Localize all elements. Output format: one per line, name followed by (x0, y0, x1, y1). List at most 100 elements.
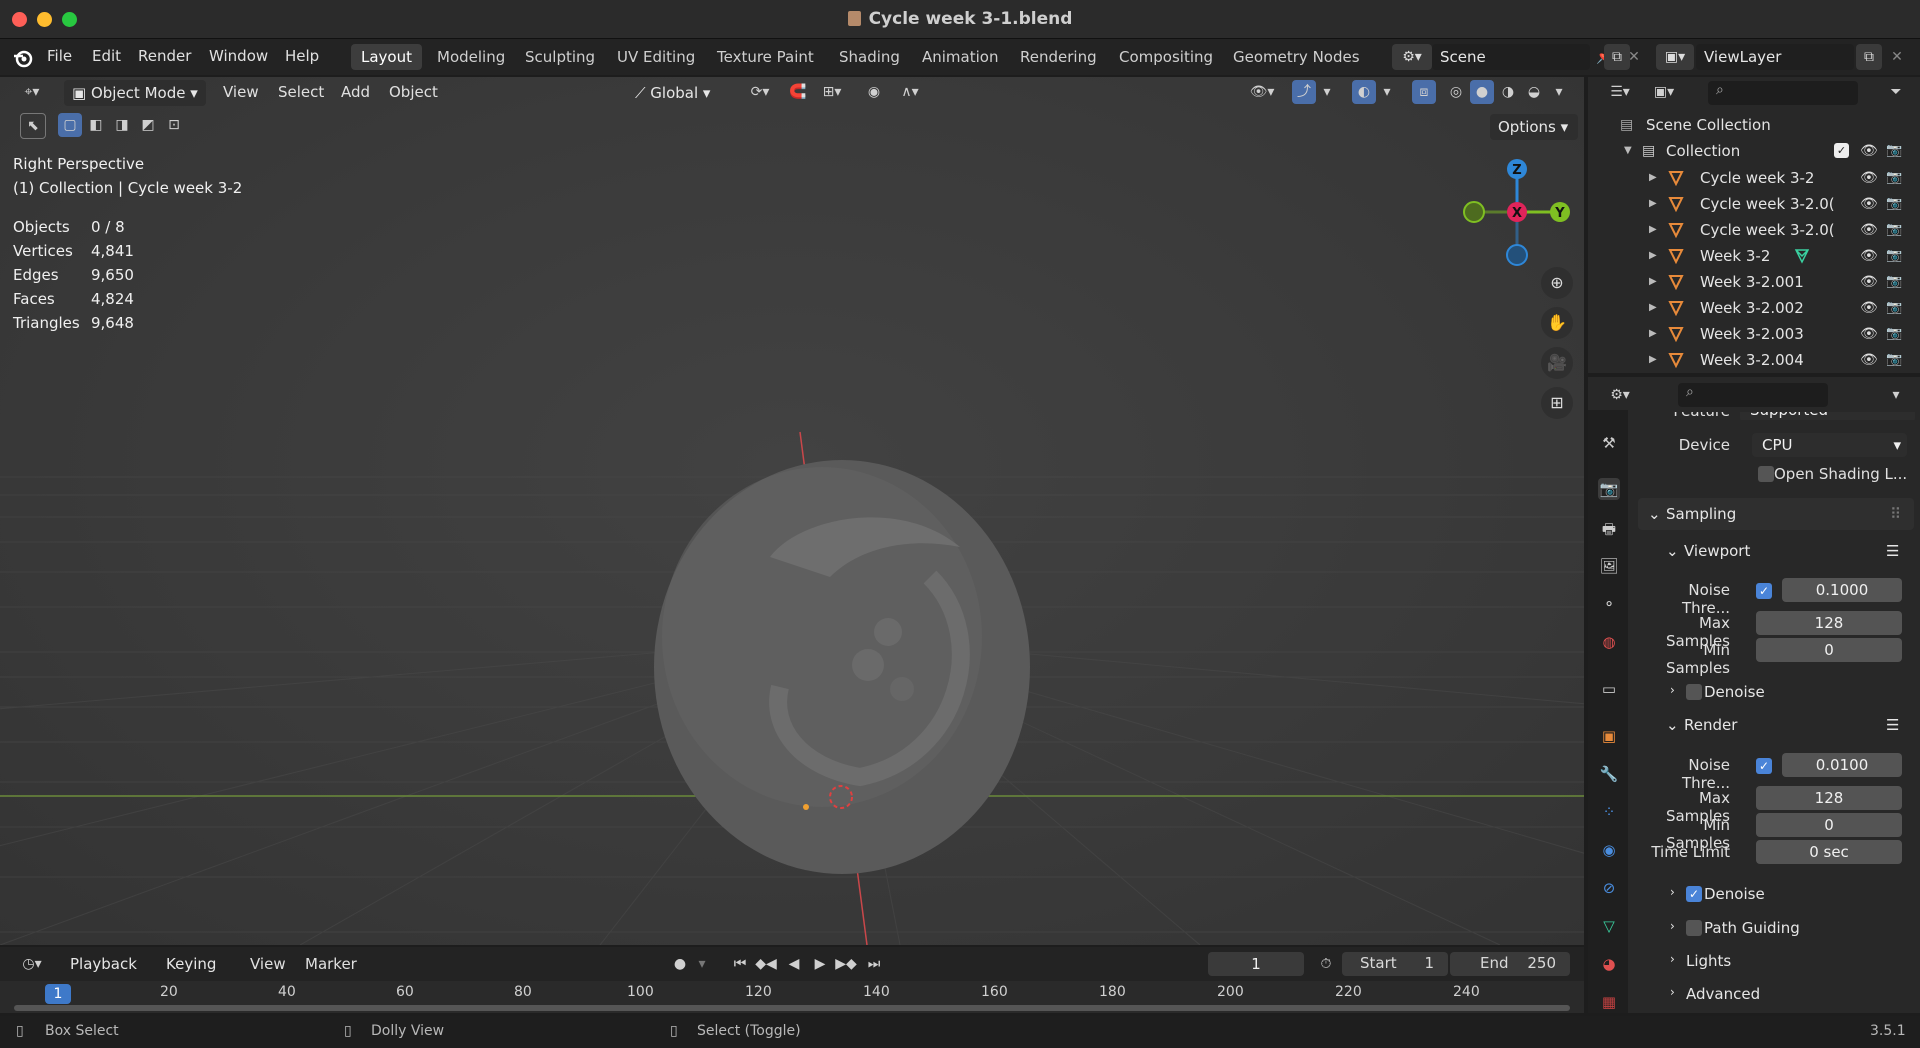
device-dropdown[interactable]: CPU ▾ (1752, 433, 1907, 457)
view-layer-icon[interactable]: ▣▾ (1656, 44, 1694, 70)
tab-compositing[interactable]: Compositing (1109, 44, 1223, 70)
zoom-icon[interactable]: ⊕ (1541, 267, 1573, 299)
collection-checkbox[interactable]: ✓ (1834, 143, 1849, 158)
solid-shading-icon[interactable]: ● (1470, 80, 1494, 104)
outliner-row[interactable]: ▶ Week 3-2 👁 📷 (1588, 243, 1920, 269)
object-mode-dropdown[interactable]: ▣ Object Mode ▾ (64, 80, 206, 106)
jump-start-icon[interactable]: ⏮ (728, 952, 752, 976)
vp-menu-object[interactable]: Object (389, 83, 438, 101)
pivot-point-icon[interactable]: ⟳▾ (742, 80, 778, 104)
select-subtract-icon[interactable]: ◨ (110, 113, 134, 137)
timeline-scrollbar[interactable] (14, 1005, 1570, 1011)
menu-help[interactable]: Help (285, 47, 319, 65)
perspective-grid-icon[interactable]: ⊞ (1541, 387, 1573, 419)
particles-tab-icon[interactable]: ⁘ (1598, 801, 1620, 823)
properties-search-input[interactable]: ⌕ (1678, 383, 1828, 407)
vp-menu-select[interactable]: Select (278, 83, 324, 101)
render-camera-icon[interactable]: 📷 (1886, 165, 1902, 191)
render-subpanel-title[interactable]: Render (1684, 716, 1737, 734)
visibility-eye-icon[interactable]: 👁 (1860, 269, 1878, 295)
display-mode-icon[interactable]: ▣▾ (1646, 80, 1682, 104)
filter-icon[interactable]: ⏷ (1884, 80, 1908, 104)
visibility-eye-icon[interactable]: 👁 (1860, 165, 1878, 191)
viewport-subpanel-title[interactable]: Viewport (1684, 542, 1750, 560)
overlays-dropdown-icon[interactable]: ▾ (1378, 80, 1396, 104)
outliner-row[interactable]: ▶ Cycle week 3-2.0( 👁 📷 (1588, 191, 1920, 217)
properties-options-icon[interactable]: ▾ (1884, 383, 1908, 407)
tab-shading[interactable]: Shading (829, 44, 910, 70)
render-denoise-checkbox[interactable]: ✓ (1686, 886, 1702, 902)
camera-view-icon[interactable]: 🎥 (1541, 347, 1573, 379)
falloff-icon[interactable]: ∧▾ (892, 80, 928, 104)
render-camera-icon[interactable]: 📷 (1886, 217, 1902, 243)
collapse-triangle-icon[interactable]: ▼ (1624, 138, 1632, 164)
visibility-icon[interactable]: 👁▾ (1244, 80, 1280, 104)
overlays-icon[interactable]: ◐ (1352, 80, 1376, 104)
select-intersect-icon[interactable]: ⊡ (162, 113, 186, 137)
new-view-layer-icon[interactable]: ⧉ (1856, 44, 1882, 70)
blender-logo-icon[interactable] (12, 47, 34, 69)
menu-window[interactable]: Window (209, 47, 268, 65)
tab-texture-paint[interactable]: Texture Paint (707, 44, 824, 70)
render-camera-icon[interactable]: 📷 (1886, 138, 1902, 164)
tab-modeling[interactable]: Modeling (427, 44, 515, 70)
expand-triangle-icon[interactable]: ▶ (1649, 269, 1657, 295)
start-frame-field[interactable]: Start 1 (1342, 952, 1448, 976)
tab-animation[interactable]: Animation (912, 44, 1008, 70)
outliner-collection[interactable]: ▼ ▤ Collection ✓ 👁 📷 (1588, 138, 1920, 164)
drag-handle-icon[interactable]: ⠿ (1890, 505, 1901, 523)
lights-subpanel-title[interactable]: Lights (1686, 952, 1731, 970)
wireframe-shading-icon[interactable]: ◎ (1444, 80, 1468, 104)
scene-tab-icon[interactable]: ⚬ (1598, 593, 1620, 615)
outliner-scene-collection[interactable]: ▤ Scene Collection (1588, 112, 1920, 138)
world-tab-icon[interactable]: ◍ (1598, 631, 1620, 653)
expand-triangle-icon[interactable]: ▶ (1649, 295, 1657, 321)
render-camera-icon[interactable]: 📷 (1886, 243, 1902, 269)
preset-list-icon[interactable]: ☰ (1886, 542, 1899, 560)
playhead-frame[interactable]: 1 (45, 984, 71, 1004)
navigation-gizmo[interactable]: Z Y X (1462, 157, 1572, 267)
preset-list-icon[interactable]: ☰ (1886, 716, 1899, 734)
options-dropdown[interactable]: Options ▾ (1490, 114, 1578, 140)
keying-menu[interactable]: Keying ▾ (158, 951, 236, 999)
outliner-row[interactable]: ▶ Cycle week 3-2.0( 👁 📷 (1588, 217, 1920, 243)
material-tab-icon[interactable]: ◕ (1598, 953, 1620, 975)
snap-icon[interactable]: 🧲 (786, 80, 810, 104)
tab-rendering[interactable]: Rendering (1010, 44, 1107, 70)
scene-name-field[interactable]: Scene (1432, 44, 1590, 70)
viewport-noise-field[interactable]: 0.1000 (1782, 578, 1902, 602)
texture-tab-icon[interactable]: ▦ (1598, 993, 1620, 1011)
time-limit-field[interactable]: 0 sec (1756, 840, 1902, 864)
expand-triangle-icon[interactable]: ▶ (1649, 321, 1657, 347)
modifier-tab-icon[interactable]: 🔧 (1598, 763, 1620, 785)
visibility-eye-icon[interactable]: 👁 (1860, 243, 1878, 269)
outliner-row[interactable]: ▶ Cycle week 3-2 👁 📷 (1588, 165, 1920, 191)
gizmo-dropdown-icon[interactable]: ▾ (1318, 80, 1336, 104)
play-reverse-icon[interactable]: ◀ (782, 952, 806, 976)
shading-dropdown-icon[interactable]: ▾ (1550, 80, 1568, 104)
timeline-menu-marker[interactable]: Marker (305, 955, 357, 973)
material-shading-icon[interactable]: ◑ (1496, 80, 1520, 104)
view-layer-field[interactable]: ViewLayer (1696, 44, 1854, 70)
output-tab-icon[interactable]: 🖶 (1598, 518, 1620, 540)
render-noise-checkbox[interactable]: ✓ (1756, 758, 1772, 774)
tab-layout[interactable]: Layout (351, 44, 422, 70)
playback-menu[interactable]: Playback ▾ (62, 951, 154, 999)
visibility-eye-icon[interactable]: 👁 (1860, 138, 1878, 164)
keying-set-dropdown-icon[interactable]: ▾ (694, 952, 710, 976)
menu-edit[interactable]: Edit (92, 47, 121, 65)
visibility-eye-icon[interactable]: 👁 (1860, 295, 1878, 321)
visibility-eye-icon[interactable]: 👁 (1860, 191, 1878, 217)
render-camera-icon[interactable]: 📷 (1886, 321, 1902, 347)
delete-scene-icon[interactable]: ✕ (1621, 44, 1647, 70)
render-camera-icon[interactable]: 📷 (1886, 347, 1902, 371)
expand-triangle-icon[interactable]: ▶ (1649, 165, 1657, 191)
scene-selector-icon[interactable]: ⚙▾ (1392, 44, 1432, 70)
timeline-editor-icon[interactable]: ◷▾ (14, 952, 50, 976)
outliner-search-input[interactable]: ⌕ (1708, 81, 1858, 105)
rendered-shading-icon[interactable]: ◒ (1522, 80, 1546, 104)
render-camera-icon[interactable]: 📷 (1886, 295, 1902, 321)
expand-triangle-icon[interactable]: ▶ (1649, 217, 1657, 243)
3d-viewport[interactable]: ⌖▾ ▣ Object Mode ▾ View Select Add Objec… (0, 77, 1584, 945)
render-min-samples-field[interactable]: 0 (1756, 813, 1902, 837)
